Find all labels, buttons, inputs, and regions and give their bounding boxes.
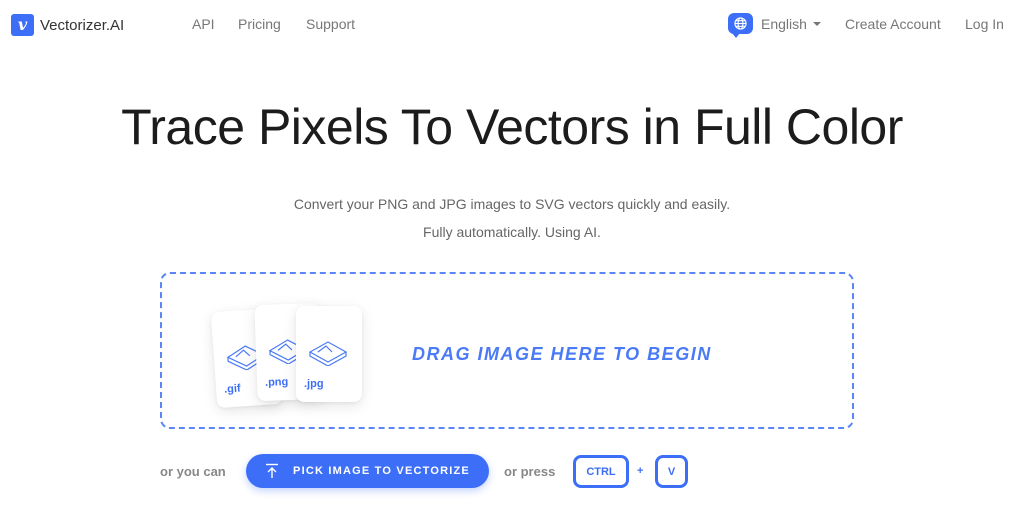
v-key: V [655, 455, 688, 488]
file-ext-label: .jpg [304, 378, 324, 390]
file-card-jpg: .jpg [296, 306, 362, 402]
or-you-can-label: or you can [160, 464, 226, 479]
file-ext-label: .gif [223, 382, 242, 396]
logo-icon: v [11, 14, 34, 36]
upload-actions: or you can PICK IMAGE TO VECTORIZE or pr… [0, 453, 1024, 489]
upload-icon [266, 463, 279, 478]
page-title: Trace Pixels To Vectors in Full Color [121, 99, 903, 155]
pick-image-label: PICK IMAGE TO VECTORIZE [293, 465, 470, 477]
login-link[interactable]: Log In [965, 16, 1004, 32]
logo-link[interactable]: v Vectorizer.AI [11, 14, 124, 36]
pick-image-button[interactable]: PICK IMAGE TO VECTORIZE [246, 454, 489, 488]
image-icon [308, 341, 348, 366]
subtitle-line-1: Convert your PNG and JPG images to SVG v… [293, 196, 731, 212]
or-press-label: or press [504, 464, 556, 479]
language-selector[interactable]: English [728, 13, 821, 38]
language-label: English [761, 15, 807, 32]
image-dropzone[interactable]: .gif .png .jpg DRAG IMAGE HERE TO BEGIN [160, 272, 854, 429]
subtitle-line-2: Fully automatically. Using AI. [423, 224, 601, 240]
nav-link-pricing[interactable]: Pricing [238, 16, 281, 32]
drag-instruction: DRAG IMAGE HERE TO BEGIN [412, 344, 712, 364]
globe-icon [728, 13, 753, 38]
plus-sign: + [637, 465, 644, 477]
file-types-illustration: .gif .png .jpg [210, 296, 372, 409]
ctrl-key: CTRL [573, 455, 629, 488]
nav-link-api[interactable]: API [192, 16, 215, 32]
nav-link-support[interactable]: Support [306, 16, 355, 32]
create-account-link[interactable]: Create Account [845, 16, 941, 32]
file-ext-label: .png [264, 376, 289, 389]
top-nav: v Vectorizer.AI API Pricing Support Engl… [0, 0, 1024, 50]
chevron-down-icon [812, 21, 821, 26]
brand-name: Vectorizer.AI [40, 16, 125, 34]
